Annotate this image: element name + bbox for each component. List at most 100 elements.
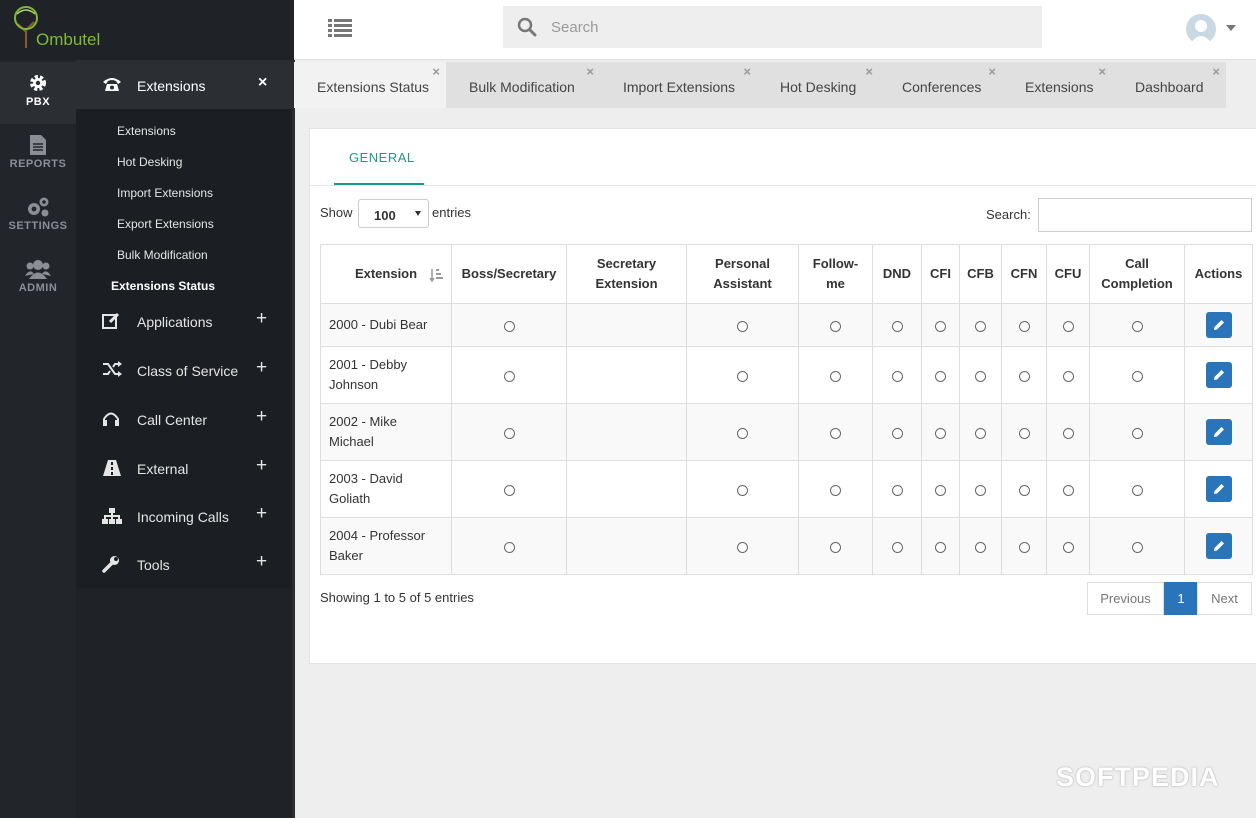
tab-close-icon[interactable]: × bbox=[988, 64, 996, 79]
expand-icon[interactable]: + bbox=[256, 357, 267, 379]
rail-item-admin[interactable]: ADMIN bbox=[0, 248, 76, 310]
user-avatar[interactable] bbox=[1186, 14, 1216, 44]
status-indicator-icon bbox=[737, 370, 748, 382]
status-indicator-icon bbox=[975, 541, 986, 553]
column-header: Call Completion bbox=[1089, 244, 1185, 304]
sublink-extensions[interactable]: Extensions bbox=[117, 124, 176, 138]
tab-label: Import Extensions bbox=[623, 79, 736, 95]
tab-import-extensions[interactable]: Import Extensions × bbox=[600, 62, 757, 108]
extension-name: Baker bbox=[329, 548, 363, 563]
status-indicator-icon bbox=[1018, 320, 1030, 332]
menu-toggle-icon[interactable] bbox=[328, 18, 352, 38]
rail-item-reports[interactable]: REPORTS bbox=[0, 124, 76, 186]
expand-icon[interactable]: + bbox=[256, 455, 267, 477]
edit-button[interactable] bbox=[1205, 533, 1232, 559]
rail-item-settings[interactable]: SETTINGS bbox=[0, 186, 76, 248]
expand-icon[interactable]: + bbox=[256, 551, 267, 573]
gears-icon bbox=[28, 197, 49, 217]
sort-icon[interactable] bbox=[429, 268, 443, 282]
tab-extensions[interactable]: Extensions × bbox=[1002, 62, 1112, 108]
top-bar bbox=[294, 0, 1256, 60]
column-header-label: Follow- bbox=[812, 256, 859, 271]
status-cell bbox=[1046, 403, 1090, 461]
users-icon bbox=[25, 260, 51, 279]
sublink-import-extensions[interactable]: Import Extensions bbox=[117, 186, 213, 200]
tab-close-icon[interactable]: × bbox=[865, 64, 873, 79]
document-icon bbox=[30, 135, 46, 155]
menu-group-call-center[interactable]: Call Center + bbox=[76, 400, 292, 436]
tab-close-icon[interactable]: × bbox=[586, 64, 594, 79]
status-indicator-icon bbox=[1131, 320, 1143, 332]
previous-button[interactable]: Previous bbox=[1087, 582, 1164, 615]
tab-extensions-status[interactable]: Extensions Status × bbox=[294, 62, 446, 108]
status-cell bbox=[959, 517, 1002, 575]
tab-hot-desking[interactable]: Hot Desking × bbox=[757, 62, 879, 108]
tab-divider bbox=[310, 185, 1256, 186]
expand-icon[interactable]: + bbox=[256, 406, 267, 428]
status-cell bbox=[566, 303, 687, 347]
menu-group-class-of-service[interactable]: Class of Service + bbox=[76, 351, 292, 387]
chevron-down-icon[interactable] bbox=[1226, 25, 1236, 31]
status-cell bbox=[686, 346, 799, 404]
column-header-label: Actions bbox=[1194, 266, 1243, 281]
status-indicator-icon bbox=[1062, 484, 1074, 496]
submenu-header-extensions[interactable]: Extensions × bbox=[76, 60, 292, 109]
road-icon bbox=[103, 460, 121, 476]
rail-item-pbx[interactable]: PBX bbox=[0, 62, 76, 124]
column-header: Boss/Secretary bbox=[451, 244, 567, 304]
status-cell bbox=[451, 517, 567, 575]
edit-button[interactable] bbox=[1205, 312, 1232, 338]
edit-button[interactable] bbox=[1205, 419, 1232, 445]
extension-cell: 2000 - Dubi Bear bbox=[320, 303, 452, 347]
menu-group-incoming-calls[interactable]: Incoming Calls + bbox=[76, 497, 292, 533]
expand-icon[interactable]: + bbox=[256, 308, 267, 330]
status-indicator-icon bbox=[975, 427, 986, 439]
tab-close-icon[interactable]: × bbox=[1098, 64, 1106, 79]
status-indicator-icon bbox=[503, 370, 515, 382]
menu-group-applications[interactable]: Applications + bbox=[76, 302, 292, 338]
edit-button[interactable] bbox=[1205, 476, 1232, 502]
submenu-close-icon[interactable]: × bbox=[258, 74, 267, 92]
column-header-label: Call bbox=[1125, 256, 1149, 271]
brand-logo[interactable]: Ombutel bbox=[0, 0, 294, 60]
page-size-select[interactable]: 100 bbox=[358, 199, 429, 228]
next-button[interactable]: Next bbox=[1197, 582, 1252, 615]
status-indicator-icon bbox=[935, 370, 946, 382]
status-cell bbox=[872, 460, 922, 518]
status-cell bbox=[1046, 460, 1090, 518]
status-cell bbox=[1089, 460, 1185, 518]
sublink-hot-desking[interactable]: Hot Desking bbox=[117, 155, 182, 169]
edit-button[interactable] bbox=[1205, 362, 1232, 388]
status-cell bbox=[686, 403, 799, 461]
sublink-bulk-modification[interactable]: Bulk Modification bbox=[117, 248, 208, 262]
sublink-export-extensions[interactable]: Export Extensions bbox=[117, 217, 214, 231]
sublink-extensions-status[interactable]: Extensions Status bbox=[111, 279, 215, 293]
expand-icon[interactable]: + bbox=[256, 503, 267, 525]
column-header: Follow-me bbox=[798, 244, 873, 304]
extension-name: Goliath bbox=[329, 491, 371, 506]
search-input[interactable] bbox=[551, 6, 1031, 48]
column-header[interactable]: Extension bbox=[320, 244, 452, 304]
menu-group-tools[interactable]: Tools + bbox=[76, 545, 292, 581]
menu-group-external[interactable]: External + bbox=[76, 449, 292, 485]
status-cell bbox=[959, 303, 1002, 347]
menu-group-label: Applications bbox=[137, 314, 213, 330]
tab-conferences[interactable]: Conferences × bbox=[879, 62, 1002, 108]
tab-general[interactable]: GENERAL bbox=[334, 129, 424, 185]
status-cell bbox=[451, 346, 567, 404]
tab-bulk-modification[interactable]: Bulk Modification × bbox=[446, 62, 600, 108]
table-search-input[interactable] bbox=[1038, 198, 1252, 232]
pencil-icon bbox=[1213, 427, 1224, 437]
page-1-button[interactable]: 1 bbox=[1164, 582, 1198, 615]
status-cell bbox=[686, 303, 799, 347]
table-body: 2000 - Dubi Bear 2001 - Debby Johnson 2002 … bbox=[320, 303, 1253, 575]
column-header-label: Boss/Secretary bbox=[461, 266, 557, 281]
column-header: Personal Assistant bbox=[686, 244, 799, 304]
tab-close-icon[interactable]: × bbox=[743, 64, 751, 79]
tab-close-icon[interactable]: × bbox=[1212, 64, 1220, 79]
tab-close-icon[interactable]: × bbox=[432, 64, 440, 79]
menu-group-label: Tools bbox=[137, 557, 170, 573]
tab-label: Extensions Status bbox=[317, 79, 430, 95]
menu-group-label: External bbox=[137, 461, 189, 477]
tab-dashboard[interactable]: Dashboard × bbox=[1112, 62, 1226, 108]
